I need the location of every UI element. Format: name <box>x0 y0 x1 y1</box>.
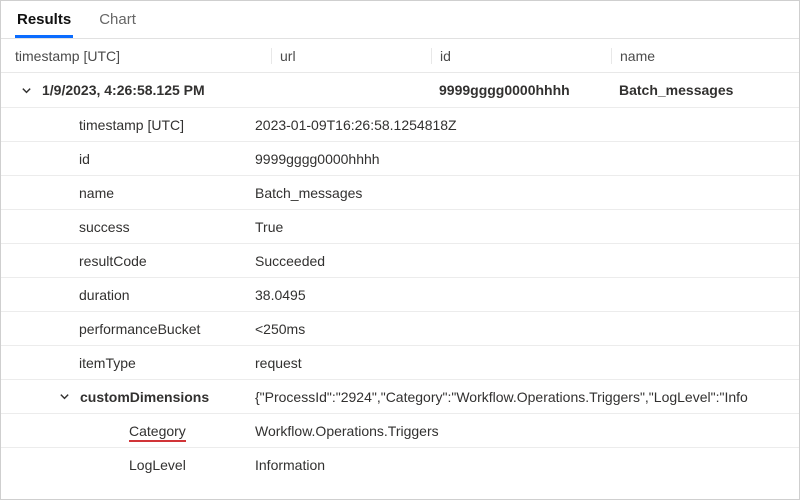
detail-customdimensions[interactable]: customDimensions {"ProcessId":"2924","Ca… <box>1 379 799 413</box>
results-pane: Results Chart timestamp [UTC] url id nam… <box>0 0 800 500</box>
customdim-loglevel: LogLevel Information <box>1 447 799 481</box>
col-header-id[interactable]: id <box>431 48 611 64</box>
detail-key: LogLevel <box>1 457 255 473</box>
column-headers: timestamp [UTC] url id name <box>1 39 799 73</box>
detail-key: performanceBucket <box>1 321 255 337</box>
category-label: Category <box>129 423 186 442</box>
detail-key: customDimensions <box>80 389 209 405</box>
detail-key: Category <box>1 423 255 439</box>
results-body: 1/9/2023, 4:26:58.125 PM 9999gggg0000hhh… <box>1 73 799 499</box>
detail-key: duration <box>1 287 255 303</box>
detail-key: itemType <box>1 355 255 371</box>
detail-value: {"ProcessId":"2924","Category":"Workflow… <box>255 389 799 405</box>
detail-id: id 9999gggg0000hhhh <box>1 141 799 175</box>
detail-duration: duration 38.0495 <box>1 277 799 311</box>
detail-resultcode: resultCode Succeeded <box>1 243 799 277</box>
detail-value: Succeeded <box>255 253 799 269</box>
row-id: 9999gggg0000hhhh <box>431 82 611 98</box>
col-header-timestamp[interactable]: timestamp [UTC] <box>1 48 271 64</box>
row-name: Batch_messages <box>611 82 799 98</box>
detail-timestamp: timestamp [UTC] 2023-01-09T16:26:58.1254… <box>1 107 799 141</box>
detail-value: request <box>255 355 799 371</box>
detail-key: success <box>1 219 255 235</box>
col-header-name[interactable]: name <box>611 48 799 64</box>
tab-results[interactable]: Results <box>15 3 73 38</box>
detail-success: success True <box>1 209 799 243</box>
result-row[interactable]: 1/9/2023, 4:26:58.125 PM 9999gggg0000hhh… <box>1 73 799 107</box>
detail-key: id <box>1 151 255 167</box>
detail-key: timestamp [UTC] <box>1 117 255 133</box>
detail-key: name <box>1 185 255 201</box>
detail-value: True <box>255 219 799 235</box>
row-timestamp: 1/9/2023, 4:26:58.125 PM <box>42 82 205 98</box>
tab-chart[interactable]: Chart <box>97 3 138 38</box>
detail-key: resultCode <box>1 253 255 269</box>
detail-value: 38.0495 <box>255 287 799 303</box>
detail-name: name Batch_messages <box>1 175 799 209</box>
chevron-down-icon[interactable] <box>59 391 70 402</box>
detail-value: 2023-01-09T16:26:58.1254818Z <box>255 117 799 133</box>
detail-value: Information <box>255 457 799 473</box>
detail-value: <250ms <box>255 321 799 337</box>
tabstrip: Results Chart <box>1 1 799 39</box>
detail-performancebucket: performanceBucket <250ms <box>1 311 799 345</box>
chevron-down-icon[interactable] <box>21 85 32 96</box>
detail-value: Workflow.Operations.Triggers <box>255 423 799 439</box>
customdim-category: Category Workflow.Operations.Triggers <box>1 413 799 447</box>
col-header-url[interactable]: url <box>271 48 431 64</box>
detail-value: Batch_messages <box>255 185 799 201</box>
detail-value: 9999gggg0000hhhh <box>255 151 799 167</box>
detail-itemtype: itemType request <box>1 345 799 379</box>
